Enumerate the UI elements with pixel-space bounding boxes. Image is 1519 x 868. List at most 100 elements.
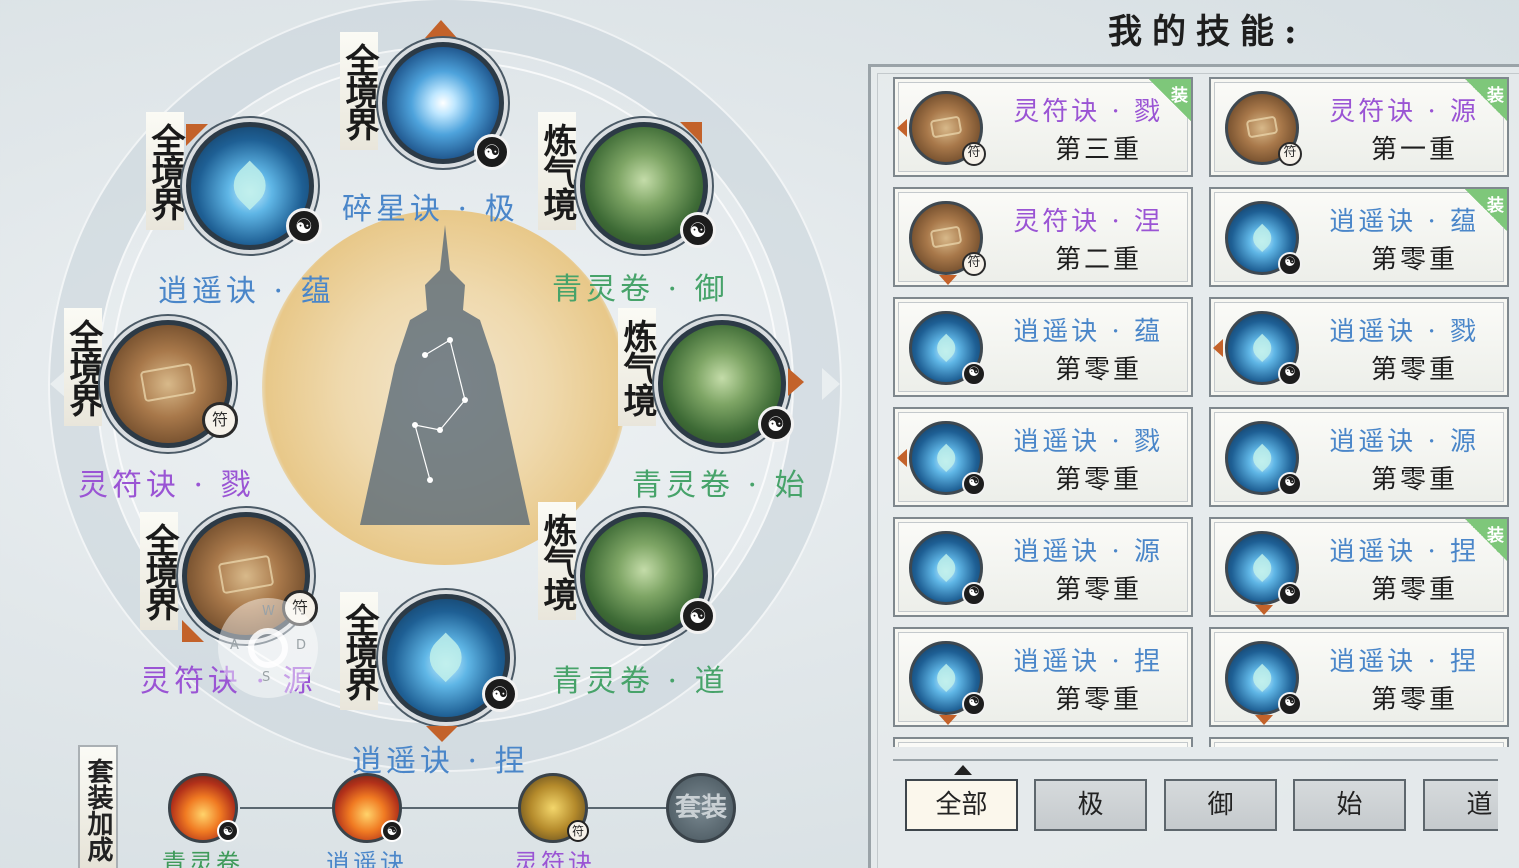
- skill-card[interactable]: ☯ 逍遥诀 · 戮 第零重: [893, 407, 1193, 507]
- card-skill-name: 逍遥诀 · 源: [1329, 427, 1479, 457]
- card-skill-level: 第一重: [1371, 135, 1459, 165]
- realm-tag: 全境界: [145, 112, 185, 230]
- card-skill-level: 第三重: [1055, 135, 1143, 165]
- set-seal-label: 套装: [674, 793, 727, 823]
- realm-tag: 全境界: [339, 32, 379, 150]
- talisman-orb-icon: 符: [909, 91, 986, 166]
- panel-title: 我的技能:: [1108, 12, 1307, 52]
- card-notch: [897, 119, 907, 137]
- card-skill-level: 第零重: [1055, 685, 1143, 715]
- node-notch: [788, 368, 804, 396]
- yin-yang-badge-icon: ☯: [1278, 582, 1302, 606]
- card-skill-level: 第零重: [1371, 355, 1459, 385]
- card-skill-name: 逍遥诀 · 捏: [1329, 647, 1479, 677]
- tab-all[interactable]: 全部: [905, 765, 1018, 831]
- wheel-skill-node[interactable]: ☯: [182, 118, 322, 254]
- yin-yang-badge-icon: ☯: [680, 212, 716, 248]
- wheel-skill-node[interactable]: ☯: [654, 316, 794, 452]
- seal-icon[interactable]: 套装: [666, 773, 736, 843]
- wheel-skill-node[interactable]: 符: [100, 316, 238, 452]
- tab-shi[interactable]: 始: [1293, 779, 1406, 831]
- skill-list-panel: 符 灵符诀 · 戮 第三重 装 符 灵符诀 · 源 第一重 装 符 灵符诀 · …: [868, 64, 1519, 868]
- skill-card[interactable]: 符 灵符诀 · 源 第一重 装: [1209, 77, 1509, 177]
- leaf-orb-icon: ☯: [1225, 201, 1302, 276]
- set-connector: [588, 807, 668, 809]
- card-notch: [1255, 605, 1273, 615]
- card-skill-level: 第零重: [1371, 465, 1459, 495]
- equipped-flag: 装: [1465, 79, 1507, 121]
- skill-card[interactable]: ☯ 逍遥诀 · 源 第零重: [893, 517, 1193, 617]
- skill-card[interactable]: [1209, 737, 1509, 747]
- yin-yang-badge-icon: ☯: [217, 820, 239, 842]
- card-skill-level: 第零重: [1371, 685, 1459, 715]
- skill-card[interactable]: ☯ 逍遥诀 · 捏 第零重: [893, 627, 1193, 727]
- set-connector: [240, 807, 332, 809]
- joystick-knob[interactable]: [248, 628, 288, 668]
- skill-card[interactable]: ☯ 逍遥诀 · 源 第零重: [1209, 407, 1509, 507]
- equipped-flag: 装: [1149, 79, 1191, 121]
- set-item-label: 灵符诀: [514, 849, 595, 868]
- tab-ji[interactable]: 极: [1034, 779, 1147, 831]
- wheel-skill-node[interactable]: ☯: [378, 590, 518, 726]
- yin-yang-badge-icon: ☯: [962, 362, 986, 386]
- card-skill-name: 灵符诀 · 戮: [1013, 97, 1163, 127]
- set-bonus-bar: 套装加成 ☯ 青灵卷 ☯ 逍遥诀 符 灵符诀 套装: [0, 735, 870, 868]
- skill-card[interactable]: ☯ 逍遥诀 · 捏 第零重: [1209, 627, 1509, 727]
- yin-yang-badge-icon: ☯: [1278, 692, 1302, 716]
- leaf-orb-icon: ☯: [1225, 421, 1302, 496]
- leaf-orb-icon: ☯: [1225, 531, 1302, 606]
- wasd-joystick[interactable]: W A S D: [218, 598, 318, 698]
- card-notch: [939, 275, 957, 285]
- fire-icon[interactable]: ☯: [332, 773, 403, 843]
- skill-card[interactable]: [893, 737, 1193, 747]
- wheel-right-marker: [822, 368, 840, 400]
- card-skill-name: 逍遥诀 · 戮: [1329, 317, 1479, 347]
- card-notch: [1213, 339, 1223, 357]
- talisman-badge-icon: 符: [962, 142, 986, 166]
- realm-tag: 炼气境: [537, 502, 577, 620]
- leaf-orb-icon: ☯: [909, 531, 986, 606]
- leaf-orb-icon: ☯: [1225, 311, 1302, 386]
- leaf-orb-icon: ☯: [909, 421, 986, 496]
- realm-tag: 全境界: [63, 308, 103, 426]
- card-skill-name: 逍遥诀 · 戮: [1013, 427, 1163, 457]
- yin-yang-badge-icon: ☯: [962, 582, 986, 606]
- card-skill-name: 逍遥诀 · 捏: [1329, 537, 1479, 567]
- wheel-skill-node[interactable]: ☯: [576, 118, 716, 254]
- card-skill-name: 逍遥诀 · 蕴: [1329, 207, 1479, 237]
- skill-label: 青灵卷 · 道: [552, 664, 729, 699]
- key-w: W: [262, 604, 275, 619]
- skill-card[interactable]: 符 灵符诀 · 戮 第三重 装: [893, 77, 1193, 177]
- skill-card[interactable]: 符 灵符诀 · 涅 第二重: [893, 187, 1193, 287]
- skill-card[interactable]: ☯ 逍遥诀 · 戮 第零重: [1209, 297, 1509, 397]
- card-skill-name: 逍遥诀 · 捏: [1013, 647, 1163, 677]
- card-skill-level: 第零重: [1055, 355, 1143, 385]
- yin-yang-badge-icon: ☯: [474, 134, 510, 170]
- yin-yang-badge-icon: ☯: [1278, 362, 1302, 386]
- fire-icon[interactable]: ☯: [168, 773, 239, 843]
- realm-tag: 炼气境: [617, 308, 657, 426]
- card-skill-name: 灵符诀 · 涅: [1013, 207, 1163, 237]
- caret-up-icon: [954, 765, 972, 775]
- skill-card-grid[interactable]: 符 灵符诀 · 戮 第三重 装 符 灵符诀 · 源 第一重 装 符 灵符诀 · …: [893, 77, 1513, 747]
- wheel-top-marker: [425, 20, 457, 38]
- realm-tag: 全境界: [139, 512, 179, 630]
- yin-yang-badge-icon: ☯: [381, 820, 403, 842]
- wheel-skill-node[interactable]: ☯: [378, 38, 510, 170]
- card-skill-name: 逍遥诀 · 蕴: [1013, 317, 1163, 347]
- scroll-icon[interactable]: 符: [518, 773, 589, 843]
- skill-label: 青灵卷 · 御: [552, 272, 729, 307]
- wheel-skill-node[interactable]: ☯: [576, 508, 716, 644]
- skill-card[interactable]: ☯ 逍遥诀 · 捏 第零重 装: [1209, 517, 1509, 617]
- skill-label: 青灵卷 · 始: [632, 468, 809, 503]
- tab-yu[interactable]: 御: [1164, 779, 1277, 831]
- card-skill-name: 灵符诀 · 源: [1329, 97, 1479, 127]
- skill-card[interactable]: ☯ 逍遥诀 · 蕴 第零重 装: [1209, 187, 1509, 287]
- tab-dao[interactable]: 道: [1423, 779, 1498, 831]
- realm-tag: 炼气境: [537, 112, 577, 230]
- yin-yang-badge-icon: ☯: [1278, 252, 1302, 276]
- key-s: S: [262, 670, 271, 685]
- leaf-orb-icon: ☯: [1225, 641, 1302, 716]
- yin-yang-badge-icon: ☯: [758, 406, 794, 442]
- skill-card[interactable]: ☯ 逍遥诀 · 蕴 第零重: [893, 297, 1193, 397]
